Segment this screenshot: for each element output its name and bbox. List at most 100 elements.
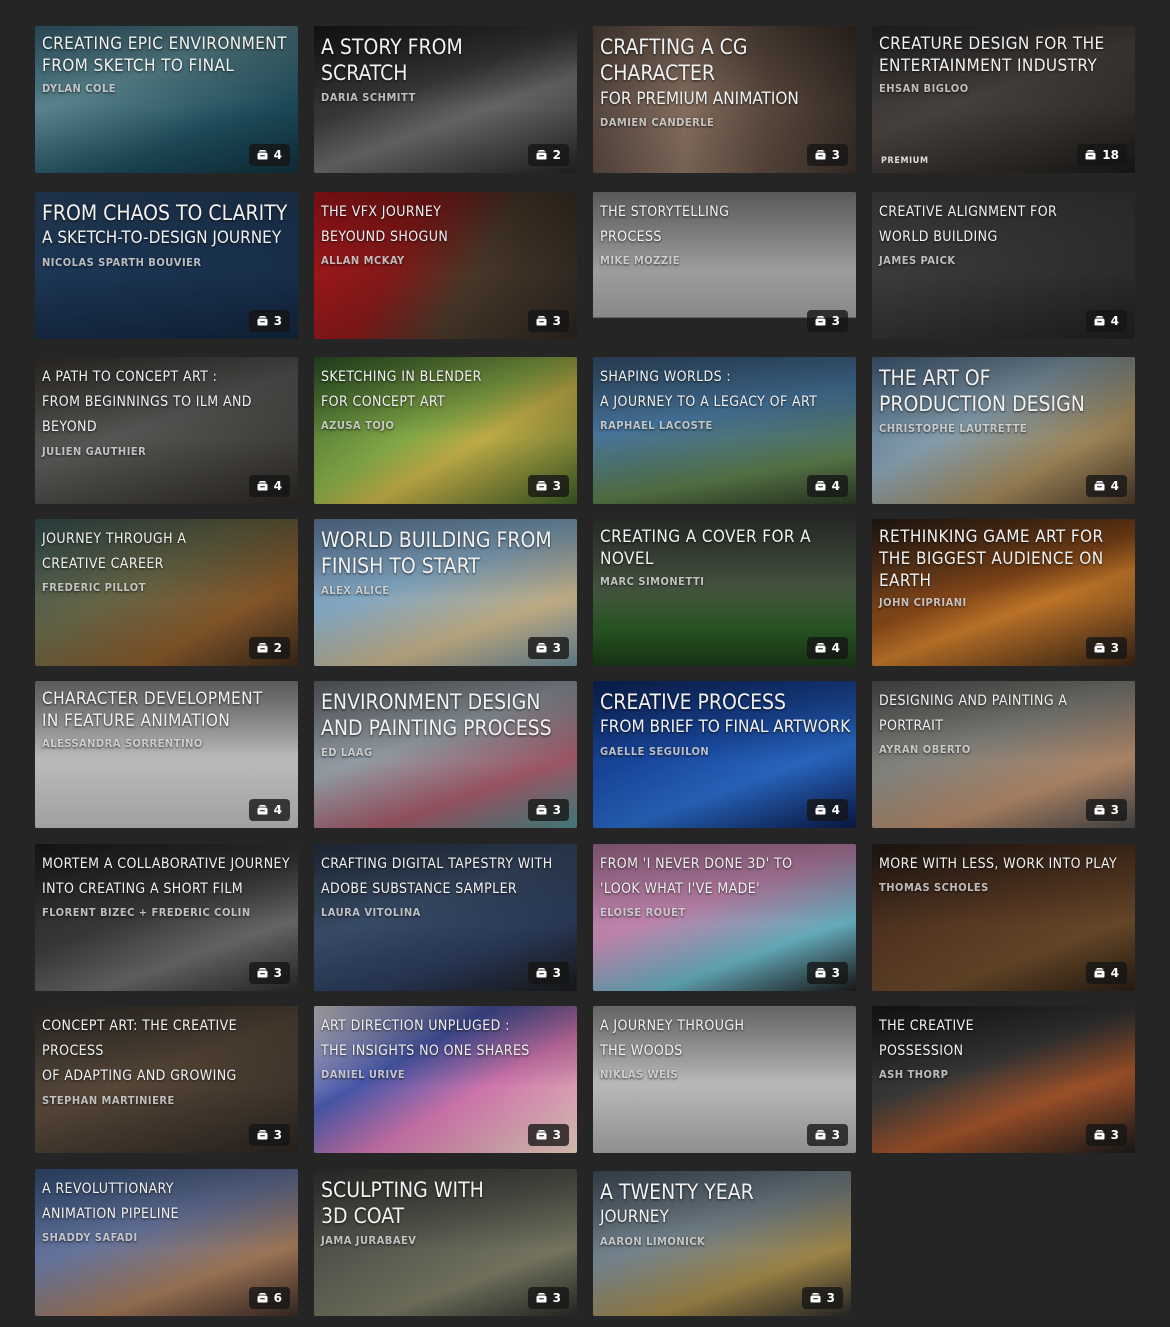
stack-icon	[1094, 643, 1105, 653]
stack-icon	[257, 150, 268, 160]
course-title-line: Concept Art: The Creative Process	[42, 1018, 238, 1060]
course-card[interactable]: A Path to Concept Art : From Beginnings t…	[35, 357, 298, 504]
stack-icon	[815, 316, 826, 326]
course-card[interactable]: Creature Design for the Entertainment Ind…	[872, 26, 1135, 173]
course-card[interactable]: Environment Design and Painting Process Ed…	[314, 681, 577, 828]
lesson-count-badge: 3	[527, 962, 569, 984]
lesson-count-badge: 3	[527, 637, 569, 659]
instructor-name: Christophe Lautrette	[879, 421, 1028, 435]
stack-icon	[1085, 150, 1096, 160]
course-card[interactable]: A Revoluttionary Animation Pipeline Shaddy…	[35, 1169, 298, 1316]
lesson-count: 3	[1110, 641, 1119, 655]
instructor-name: Nicolas Sparth Bouvier	[42, 255, 202, 269]
course-card[interactable]: A Journey Through the Woods Niklas Weis 3	[593, 1006, 856, 1153]
course-card[interactable]: The Creative Possession Ash Thorp 3	[872, 1006, 1135, 1153]
instructor-name: Jama Jurabaev	[321, 1233, 417, 1247]
instructor-name: Marc Simonetti	[600, 574, 705, 588]
course-title: The VFX Journey Beyound Shogun Allan McKay	[321, 200, 573, 267]
lesson-count-badge: 3	[1085, 799, 1127, 821]
stack-icon	[1094, 316, 1105, 326]
instructor-name: Gaelle Seguilon	[600, 744, 710, 758]
course-title: Concept Art: The Creative Process of Adap…	[42, 1014, 294, 1107]
lesson-count-badge: 3	[806, 962, 848, 984]
lesson-count: 3	[1110, 1128, 1119, 1142]
lesson-count: 3	[273, 314, 282, 328]
course-title-line: A Path to Concept Art :	[42, 369, 218, 385]
course-card[interactable]: Mortem a Collaborative Journey Into Creat…	[35, 844, 298, 991]
stack-icon	[257, 1130, 268, 1140]
course-card[interactable]: Creating Epic Environment From Sketch to …	[35, 26, 298, 173]
course-card[interactable]: Crafting Digital Tapestry with Adobe Subs…	[314, 844, 577, 991]
instructor-name: Alex Alice	[321, 583, 390, 597]
course-title-line: A Journey Through	[600, 1018, 745, 1034]
course-card[interactable]: A Story From Scratch Daria Schmitt 2	[314, 26, 577, 173]
course-card[interactable]: Shaping Worlds : A Journey to a Legacy of…	[593, 357, 856, 504]
stack-icon	[257, 643, 268, 653]
course-title-line: Entertainment Industry	[879, 55, 1098, 76]
instructor-name: Daria Schmitt	[321, 90, 416, 104]
course-card[interactable]: The Art of Production Design Christophe La…	[872, 357, 1135, 504]
course-card[interactable]: From 'I Never Done 3D' to 'Look What I've…	[593, 844, 856, 991]
course-title-line: Journey	[600, 1207, 669, 1228]
instructor-name: Aaron Limonick	[600, 1234, 706, 1248]
course-card[interactable]: Creative Alignment for World Building Jame…	[872, 192, 1135, 339]
instructor-name: Raphael Lacoste	[600, 419, 713, 433]
lesson-count-badge: 2	[527, 144, 569, 166]
lesson-count: 3	[552, 1291, 561, 1305]
stack-icon	[536, 481, 547, 491]
course-title: Creature Design for the Entertainment Ind…	[879, 34, 1131, 95]
course-card[interactable]: From Chaos to Clarity A Sketch-to-Design …	[35, 192, 298, 339]
course-title: The Creative Possession Ash Thorp	[879, 1014, 1131, 1081]
course-title-line: of Adapting and Growing	[42, 1068, 237, 1085]
course-title-line: More With Less, Work Into Play	[879, 856, 1118, 872]
lesson-count: 4	[273, 148, 282, 162]
course-title-line: A Story From	[321, 35, 463, 59]
course-title: Creating Epic Environment From Sketch to …	[42, 34, 294, 95]
course-title-line: Rethinking Game Art for	[879, 527, 1104, 547]
course-card[interactable]: A Twenty Year Journey Aaron Limonick 3	[593, 1171, 851, 1316]
course-title-line: 3D Coat	[321, 1204, 405, 1229]
course-title: Designing and Painting a Portrait Ayran Ob…	[879, 689, 1131, 756]
course-title-line: Creative Alignment for	[879, 204, 1058, 220]
course-card[interactable]: The VFX Journey Beyound Shogun Allan McKay…	[314, 192, 577, 339]
course-card[interactable]: Rethinking Game Art for the Biggest Audie…	[872, 519, 1135, 666]
instructor-name: Daniel Urive	[321, 1068, 406, 1082]
course-title-line: Sketching in Blender	[321, 369, 482, 385]
stack-icon	[815, 150, 826, 160]
course-card[interactable]: Character Development in Feature Animatio…	[35, 681, 298, 828]
stack-icon	[257, 968, 268, 978]
instructor-name: Julien Gauthier	[42, 444, 147, 458]
course-title-line: From Sketch to Final	[42, 55, 235, 76]
course-card[interactable]: Sculpting With 3D Coat Jama Jurabaev 3	[314, 1169, 577, 1316]
course-card[interactable]: World Building From Finish to Start Alex A…	[314, 519, 577, 666]
course-card[interactable]: More With Less, Work Into Play Thomas Sch…	[872, 844, 1135, 991]
course-card[interactable]: Journey Through a Creative Career Frederic…	[35, 519, 298, 666]
course-title-line: Mortem a Collaborative Journey	[42, 856, 290, 872]
course-card[interactable]: Creative Process From Brief to Final Artw…	[593, 681, 856, 828]
course-title-line: Possession	[879, 1043, 964, 1060]
course-title: Shaping Worlds : A Journey to a Legacy of…	[600, 365, 852, 432]
course-title-line: A Twenty Year	[600, 1180, 754, 1204]
course-card[interactable]: Sketching in Blender for Concept Art Azusa…	[314, 357, 577, 504]
course-card[interactable]: The Storytelling Process Mike Mozzie 3	[593, 192, 856, 339]
instructor-name: Frederic Pillot	[42, 581, 146, 595]
course-card[interactable]: Concept Art: The Creative Process of Adap…	[35, 1006, 298, 1153]
lesson-count-badge: 18	[1077, 144, 1127, 166]
instructor-name: Eloise Rouet	[600, 906, 686, 920]
course-card[interactable]: Crafting a CG Character for Premium Anima…	[593, 26, 856, 173]
stack-icon	[815, 805, 826, 815]
instructor-name: Florent Bizec + Frederic Colin	[42, 906, 251, 920]
stack-icon	[257, 481, 268, 491]
course-card[interactable]: Creating a Cover for a Novel Marc Simonett…	[593, 519, 856, 666]
course-card[interactable]: Art Direction Unpluged : The Insights No …	[314, 1006, 577, 1153]
course-card[interactable]: Designing and Painting a Portrait Ayran Ob…	[872, 681, 1135, 828]
course-title-line: Novel	[600, 548, 654, 569]
lesson-count: 3	[552, 314, 561, 328]
lesson-count-badge: 4	[248, 799, 290, 821]
course-title-line: Finish to Start	[321, 554, 480, 579]
lesson-count-badge: 4	[1085, 310, 1127, 332]
course-title: More With Less, Work Into Play Thomas Sch…	[879, 852, 1131, 894]
stack-icon	[536, 1130, 547, 1140]
course-title-line: The Insights No One Shares	[321, 1043, 530, 1060]
course-title: Crafting Digital Tapestry with Adobe Subs…	[321, 852, 573, 919]
